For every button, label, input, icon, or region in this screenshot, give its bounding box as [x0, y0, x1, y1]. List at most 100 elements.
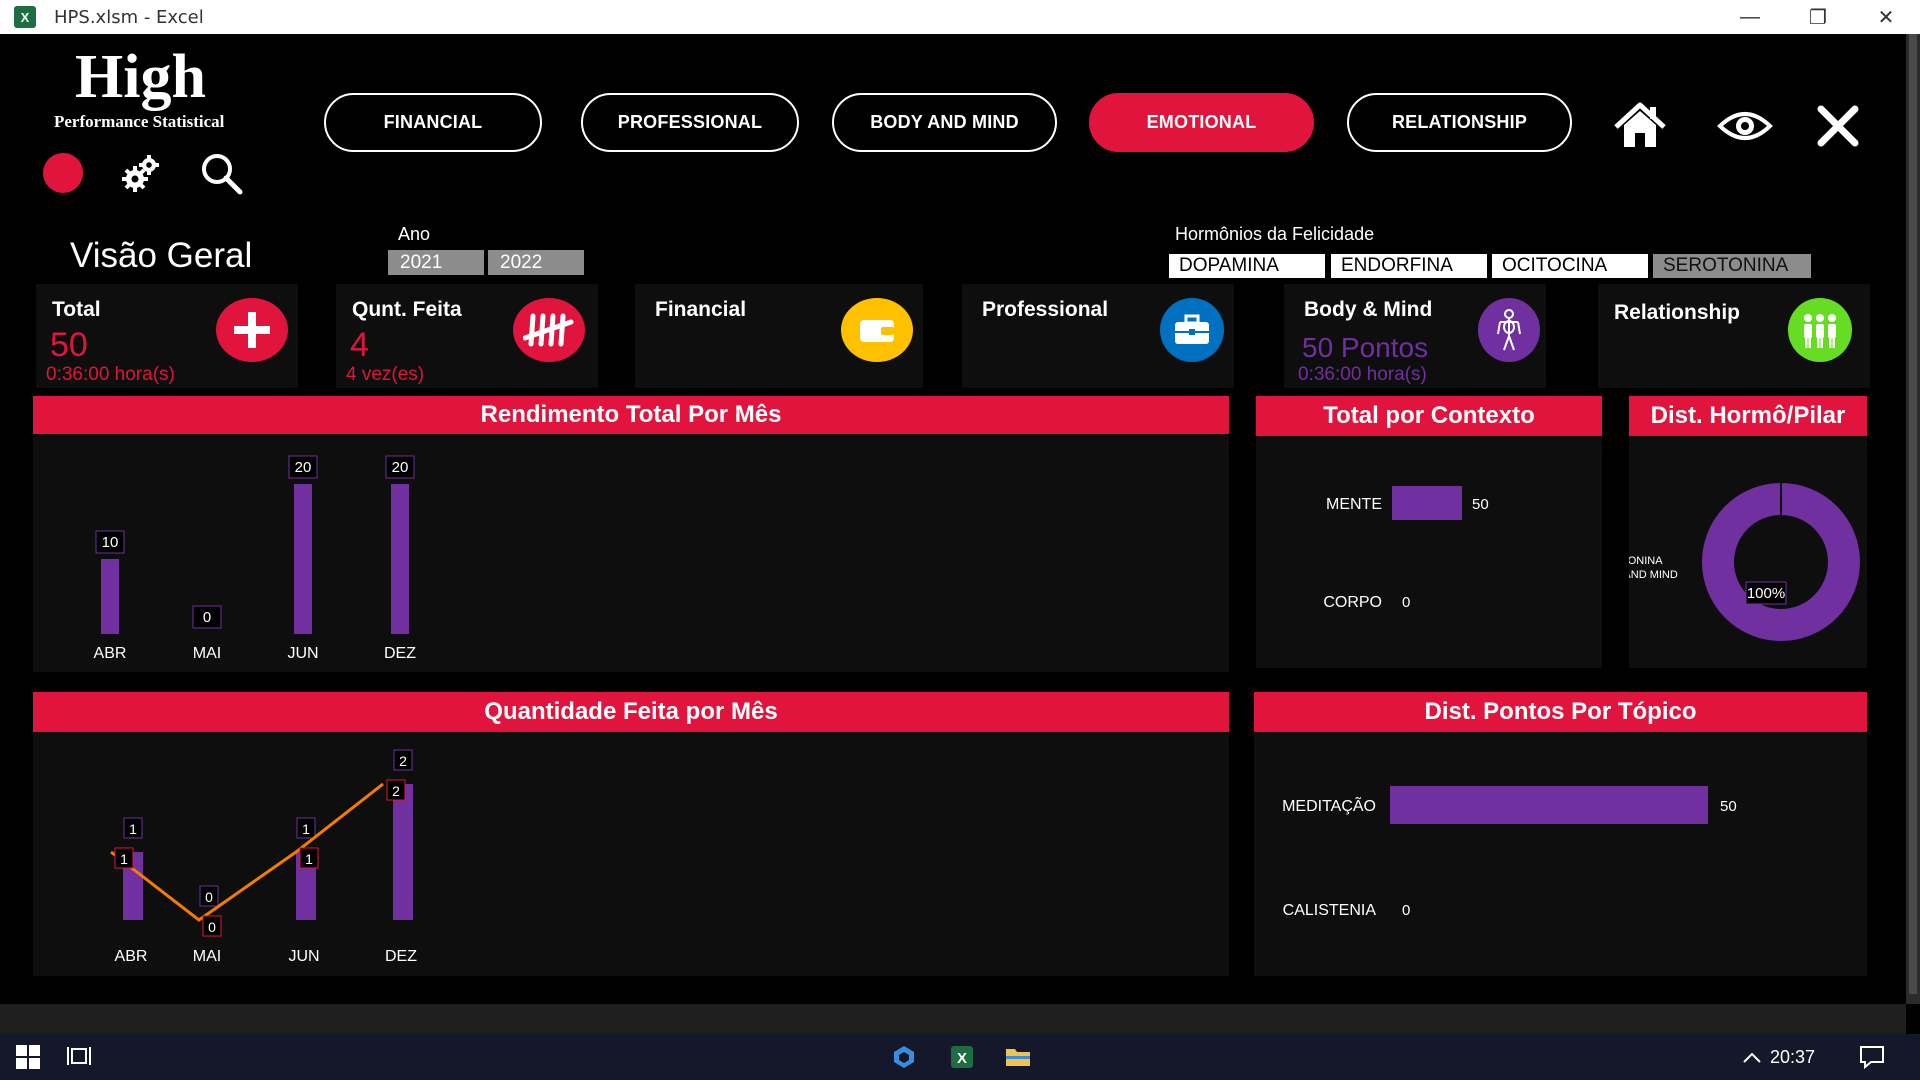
kpi-total-card: Total 50 0:36:00 hora(s) — [36, 284, 298, 388]
nav-financial-button[interactable]: FINANCIAL — [324, 93, 542, 152]
hormone-chip-serotonina[interactable]: SEROTONINA — [1653, 254, 1811, 278]
line-data-label: 2 — [392, 783, 400, 799]
tally-marks-icon — [513, 298, 585, 362]
x-tick-label: MAI — [193, 948, 221, 965]
hormone-chip-endorfina[interactable]: ENDORFINA — [1331, 254, 1487, 278]
nav-relationship-button[interactable]: RELATIONSHIP — [1347, 93, 1572, 152]
year-chip-2021[interactable]: 2021 — [388, 250, 484, 275]
kpi-total-value: 50 — [50, 326, 88, 364]
x-tick-label: ABR — [94, 645, 127, 662]
line-data-label: 1 — [305, 851, 313, 867]
excel-taskbar-icon[interactable]: X — [938, 1034, 986, 1080]
task-view-icon[interactable] — [56, 1034, 104, 1080]
notifications-icon[interactable] — [1848, 1034, 1896, 1080]
data-label: 0 — [205, 889, 213, 905]
kpi-relationship-card: Relationship — [1598, 284, 1870, 388]
kpi-professional-label: Professional — [982, 298, 1109, 321]
plus-icon — [216, 298, 288, 362]
x-tick-label: DEZ — [384, 645, 416, 662]
data-label: 100% — [1747, 585, 1785, 602]
svg-text:X: X — [957, 1050, 967, 1067]
sheet-bottom-strip — [0, 1004, 1906, 1034]
series-line — [110, 782, 384, 922]
kpi-body-mind-card: Body & Mind 50 Pontos 0:36:00 hora(s) — [1284, 284, 1546, 388]
dist-pontos-chart: MEDITAÇÃO 50 CALISTENIA 0 — [1282, 786, 1737, 919]
anatomy-body-icon — [1478, 298, 1540, 362]
gears-icon[interactable] — [118, 150, 164, 196]
kpi-body-mind-value: 50 Pontos — [1302, 332, 1429, 363]
x-tick-label: ABR — [115, 948, 148, 965]
briefcase-icon — [1160, 298, 1224, 362]
hormone-chip-ocitocina[interactable]: OCITOCINA — [1492, 254, 1648, 278]
contexto-panel: Total por Contexto MENTE 50 CORPO 0 — [1256, 396, 1602, 668]
data-label: 0 — [1402, 902, 1410, 919]
kpi-qunt-times: 4 vez(es) — [346, 364, 425, 385]
close-icon[interactable] — [1808, 96, 1868, 156]
y-tick-label: MEDITAÇÃO — [1282, 795, 1376, 815]
legend-entry: BODY AND MIND — [1629, 569, 1678, 581]
nav-professional-button[interactable]: PROFESSIONAL — [581, 93, 799, 152]
y-tick-label: CORPO — [1323, 594, 1382, 611]
line-data-label: 0 — [208, 919, 216, 935]
kpi-financial-card: Financial — [635, 284, 923, 388]
nav-body-and-mind-button[interactable]: BODY AND MIND — [832, 93, 1057, 152]
legend-entry: SEROTONINA — [1629, 555, 1663, 567]
kpi-relationship-label: Relationship — [1614, 301, 1741, 324]
bar-topic-meditação — [1390, 786, 1708, 824]
restore-button[interactable]: ❐ — [1784, 0, 1852, 34]
cortana-icon[interactable] — [880, 1034, 928, 1080]
kpi-body-mind-label: Body & Mind — [1304, 298, 1433, 321]
data-label: 20 — [392, 459, 409, 476]
group-people-icon — [1788, 298, 1852, 362]
kpi-professional-card: Professional — [962, 284, 1234, 388]
search-icon[interactable] — [198, 150, 244, 196]
data-label: 0 — [1402, 594, 1410, 611]
bar-rend-dez — [391, 484, 409, 634]
file-explorer-icon[interactable] — [994, 1034, 1042, 1080]
data-label: 1 — [129, 821, 137, 837]
kpi-total-hours: 0:36:00 hora(s) — [46, 364, 175, 385]
data-label: 0 — [203, 609, 211, 626]
data-label: 50 — [1472, 496, 1489, 513]
rendimento-panel: Rendimento Total Por Mês 10 ABR 0 MAI 20 JUN 2… — [33, 396, 1229, 672]
data-label: 50 — [1720, 798, 1737, 815]
kpi-qunt-value: 4 — [350, 326, 369, 364]
windows-start-icon[interactable] — [4, 1034, 52, 1080]
logo-subtitle: Performance Statistical — [54, 112, 225, 131]
hormone-chip-dopamina[interactable]: DOPAMINA — [1169, 254, 1325, 278]
eye-icon[interactable] — [1715, 96, 1775, 156]
x-tick-label: DEZ — [385, 948, 417, 965]
rendimento-chart: 10 ABR 0 MAI 20 JUN 20 DEZ — [94, 455, 416, 662]
data-label: 10 — [102, 534, 119, 551]
donut-slice-serotonina — [1702, 483, 1860, 641]
quantidade-panel: Quantidade Feita por Mês 1 ABR 0 MAI 1 JUN 2 DE… — [33, 692, 1229, 976]
kpi-qunt-card: Qunt. Feita 4 4 vez(es) — [336, 284, 598, 388]
bar-qty-dez — [393, 784, 413, 920]
contexto-chart: MENTE 50 CORPO 0 — [1323, 486, 1489, 611]
y-tick-label: CALISTENIA — [1283, 902, 1377, 919]
bar-rend-jun — [294, 484, 312, 634]
pie-chart-icon[interactable] — [40, 150, 86, 196]
dist-pontos-panel: Dist. Pontos Por Tópico MEDITAÇÃO 50 CALIS… — [1254, 692, 1867, 976]
line-data-label: 1 — [120, 851, 128, 867]
nav-emotional-button[interactable]: EMOTIONAL — [1089, 93, 1314, 152]
page-title: Visão Geral — [70, 236, 253, 275]
window-title-bar: X HPS.xlsm - Excel — ❐ ✕ — [0, 0, 1920, 34]
bar-ctx-mente — [1392, 486, 1462, 520]
chevron-up-icon[interactable] — [1728, 1034, 1776, 1080]
kpi-total-label: Total — [52, 298, 101, 321]
year-filter-label: Ano — [398, 224, 431, 244]
home-icon[interactable] — [1610, 96, 1670, 156]
kpi-body-mind-hours: 0:36:00 hora(s) — [1298, 364, 1427, 385]
minimize-button[interactable]: — — [1716, 0, 1784, 34]
y-tick-label: MENTE — [1326, 496, 1382, 513]
data-label: 2 — [399, 753, 407, 769]
wallet-icon — [841, 298, 913, 362]
x-tick-label: JUN — [288, 948, 319, 965]
data-label: 20 — [295, 459, 312, 476]
year-chip-2022[interactable]: 2022 — [488, 250, 584, 275]
taskbar: X — [0, 1034, 1920, 1080]
logo-title: High — [75, 43, 206, 111]
vertical-scrollbar[interactable] — [1906, 34, 1920, 1004]
window-close-button[interactable]: ✕ — [1852, 0, 1920, 34]
